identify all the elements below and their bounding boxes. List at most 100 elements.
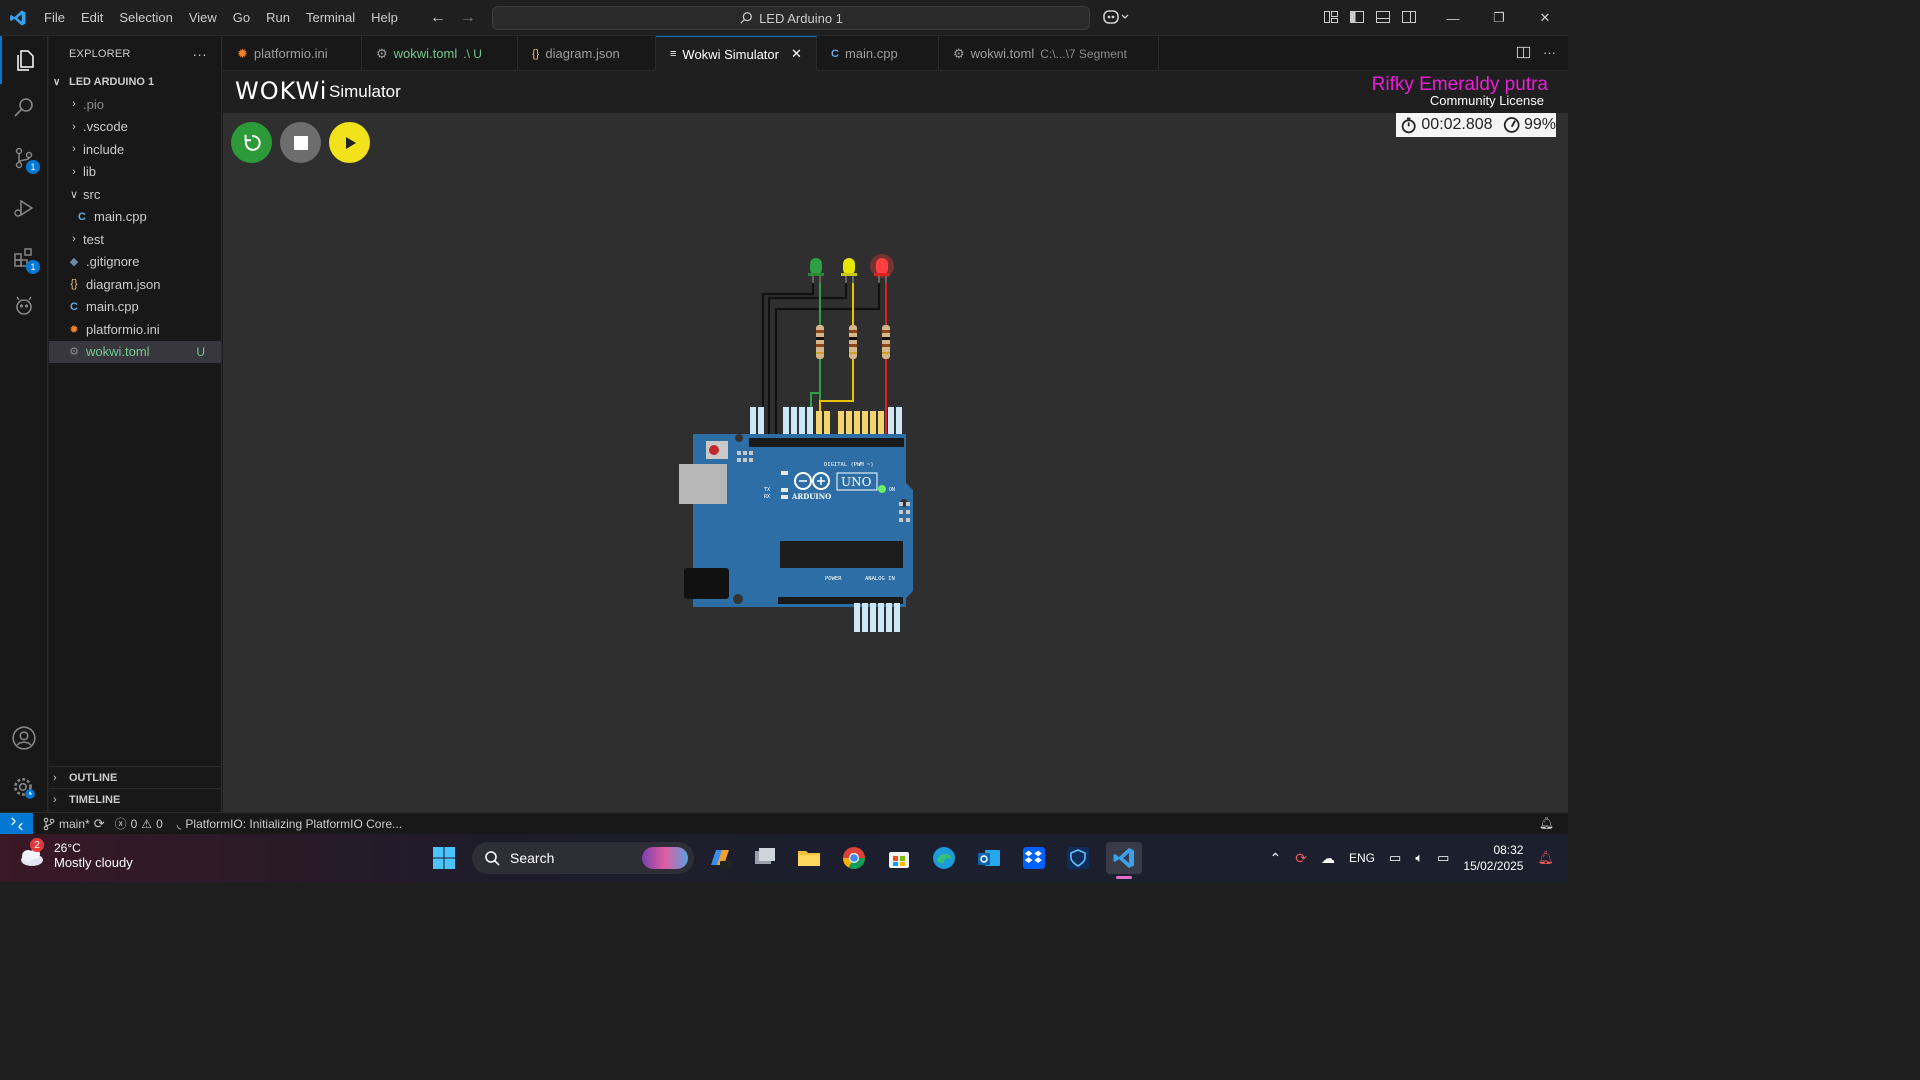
edge-icon[interactable]: [928, 842, 960, 874]
tab-main-cpp[interactable]: C main.cpp: [817, 36, 939, 71]
yellow-led[interactable]: [841, 258, 857, 293]
weather-widget[interactable]: 2 26°C Mostly cloudy: [16, 838, 133, 870]
forward-arrow-icon[interactable]: →: [460, 9, 476, 27]
file-tree-item[interactable]: › .pio: [49, 93, 221, 116]
tab-label: wokwi.toml: [393, 46, 458, 61]
command-center[interactable]: LED Arduino 1: [492, 6, 1090, 30]
file-tree-item[interactable]: › include: [49, 138, 221, 161]
vscode-logo-icon: [0, 0, 36, 36]
resistor-red[interactable]: [882, 325, 890, 359]
notification-bell-icon[interactable]: 🔔︎: [1537, 850, 1554, 866]
customize-layout-icon[interactable]: [1323, 9, 1340, 26]
chrome-icon[interactable]: [838, 842, 870, 874]
manage-gear-icon[interactable]: [0, 764, 48, 812]
volume-muted-icon[interactable]: 🔈︎: [1415, 850, 1423, 866]
menu-selection[interactable]: Selection: [111, 0, 180, 36]
chevron-up-icon[interactable]: ⌃: [1270, 850, 1282, 867]
toggle-panel-icon[interactable]: [1375, 9, 1392, 26]
menu-view[interactable]: View: [181, 0, 225, 36]
tab-wokwi-toml-7seg[interactable]: ⚙ wokwi.toml C:\...\7 Segment: [939, 36, 1159, 71]
accounts-icon[interactable]: [0, 714, 48, 762]
tab-wokwi-simulator[interactable]: ≡ Wokwi Simulator ✕: [656, 36, 817, 71]
close-tab-icon[interactable]: ✕: [791, 46, 802, 62]
green-led[interactable]: [808, 258, 824, 293]
tab-diagram-json[interactable]: {} diagram.json: [518, 36, 656, 71]
source-control-icon[interactable]: 1: [0, 134, 48, 182]
file-tree-item[interactable]: › test: [49, 228, 221, 251]
platformio-icon[interactable]: [0, 282, 48, 330]
outline-section[interactable]: › OUTLINE: [49, 766, 222, 788]
file-tree-item[interactable]: ⚙ wokwi.toml U: [49, 340, 221, 363]
tab-wokwi-toml[interactable]: ⚙ wokwi.toml .\ U: [362, 36, 518, 71]
close-icon[interactable]: ✕: [1522, 0, 1568, 36]
windows-start-icon[interactable]: [428, 842, 460, 874]
menu-run[interactable]: Run: [258, 0, 298, 36]
notifications-bell-icon[interactable]: 🔔︎: [1539, 816, 1554, 830]
menu-help[interactable]: Help: [363, 0, 406, 36]
language-indicator[interactable]: ENG: [1349, 851, 1375, 865]
outlook-icon[interactable]: [973, 842, 1005, 874]
file-tree-item[interactable]: ✹ platformio.ini: [49, 318, 221, 341]
battery-icon[interactable]: ▭: [1437, 850, 1449, 866]
weather-condition: Mostly cloudy: [54, 854, 133, 870]
microsoft-store-icon[interactable]: [883, 842, 915, 874]
clock[interactable]: 08:32 15/02/2025: [1463, 842, 1523, 874]
menu-file[interactable]: File: [36, 0, 73, 36]
problems-indicator[interactable]: ⓧ 0 ⚠ 0: [115, 815, 163, 832]
file-tree-item[interactable]: › lib: [49, 161, 221, 184]
back-arrow-icon[interactable]: ←: [430, 9, 446, 27]
platformio-file-icon: ✹: [237, 45, 248, 61]
onedrive-icon[interactable]: ☁: [1321, 850, 1335, 867]
copilot-icon[interactable]: [1102, 8, 1130, 29]
restore-icon[interactable]: ❐: [1476, 0, 1522, 36]
tab-sub: .\ U: [463, 46, 482, 61]
file-tree-item[interactable]: Cmain.cpp: [49, 296, 221, 319]
file-explorer-icon[interactable]: [793, 842, 825, 874]
taskbar-search[interactable]: Search: [472, 842, 694, 874]
file-tree-item[interactable]: Cmain.cpp: [49, 206, 221, 229]
search-icon[interactable]: [0, 84, 48, 132]
layout-controls: [1323, 9, 1418, 26]
split-editor-icon[interactable]: [1516, 45, 1531, 63]
timeline-section[interactable]: › TIMELINE: [49, 788, 222, 810]
more-actions-icon[interactable]: ···: [1543, 45, 1556, 63]
chevron-down-icon: ∨: [69, 188, 79, 201]
resistor-yellow[interactable]: [849, 325, 857, 359]
file-tree-item[interactable]: › .vscode: [49, 116, 221, 139]
remote-indicator-icon[interactable]: [0, 812, 33, 835]
resistor-green[interactable]: [816, 325, 824, 359]
file-tree-item[interactable]: {} diagram.json: [49, 273, 221, 296]
vpn-shield-icon[interactable]: [1062, 842, 1094, 874]
file-tree-label: platformio.ini: [86, 321, 160, 337]
minimize-icon[interactable]: —: [1430, 0, 1476, 36]
extensions-icon[interactable]: 1: [0, 234, 48, 282]
sync-icon[interactable]: ⟳: [94, 816, 105, 832]
toggle-secondary-sidebar-icon[interactable]: [1401, 9, 1418, 26]
more-actions-icon[interactable]: ···: [192, 46, 207, 62]
sync-tray-icon[interactable]: ⟳: [1295, 850, 1307, 867]
file-tree-item[interactable]: ◆ .gitignore: [49, 251, 221, 274]
toggle-primary-sidebar-icon[interactable]: [1349, 9, 1366, 26]
file-tree-item[interactable]: ∨ src: [49, 183, 221, 206]
file-tree-label: test: [83, 231, 104, 247]
project-root[interactable]: ∨ LED ARDUINO 1: [49, 71, 221, 93]
cpp-file-icon: C: [831, 47, 839, 60]
dropbox-icon[interactable]: [1018, 842, 1050, 874]
red-led[interactable]: [870, 254, 894, 293]
menu-go[interactable]: Go: [225, 0, 258, 36]
vscode-taskbar-icon[interactable]: [1106, 842, 1142, 879]
chevron-right-icon: ›: [72, 165, 76, 178]
menu-edit[interactable]: Edit: [73, 0, 111, 36]
menu-terminal[interactable]: Terminal: [298, 0, 363, 36]
tab-sub: C:\...\7 Segment: [1040, 46, 1127, 61]
run-debug-icon[interactable]: [0, 184, 48, 232]
copilot-app-icon[interactable]: [704, 842, 736, 874]
task-view-icon[interactable]: [749, 842, 781, 874]
usb-port: [679, 464, 727, 504]
editor-actions: ···: [1516, 45, 1556, 63]
git-branch[interactable]: main* ⟳: [43, 816, 105, 832]
network-icon[interactable]: ▭: [1389, 850, 1401, 866]
tab-platformio-ini[interactable]: ✹ platformio.ini: [223, 36, 362, 71]
simulator-canvas[interactable]: 00:02.808 99% UNO ARDUINO DIGITAL (PWM ~…: [223, 113, 1568, 812]
explorer-icon[interactable]: [0, 36, 48, 84]
